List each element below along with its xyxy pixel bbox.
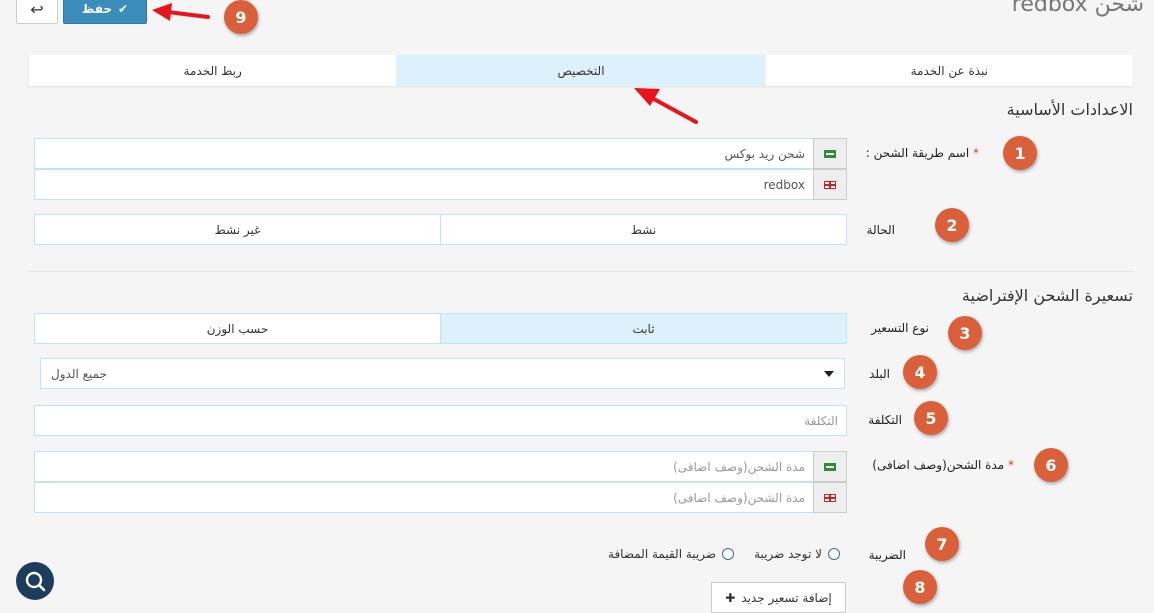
arrow-to-tab-icon [634,88,698,124]
annotation-arrows [152,3,698,124]
arrow-to-save-icon [152,3,210,21]
